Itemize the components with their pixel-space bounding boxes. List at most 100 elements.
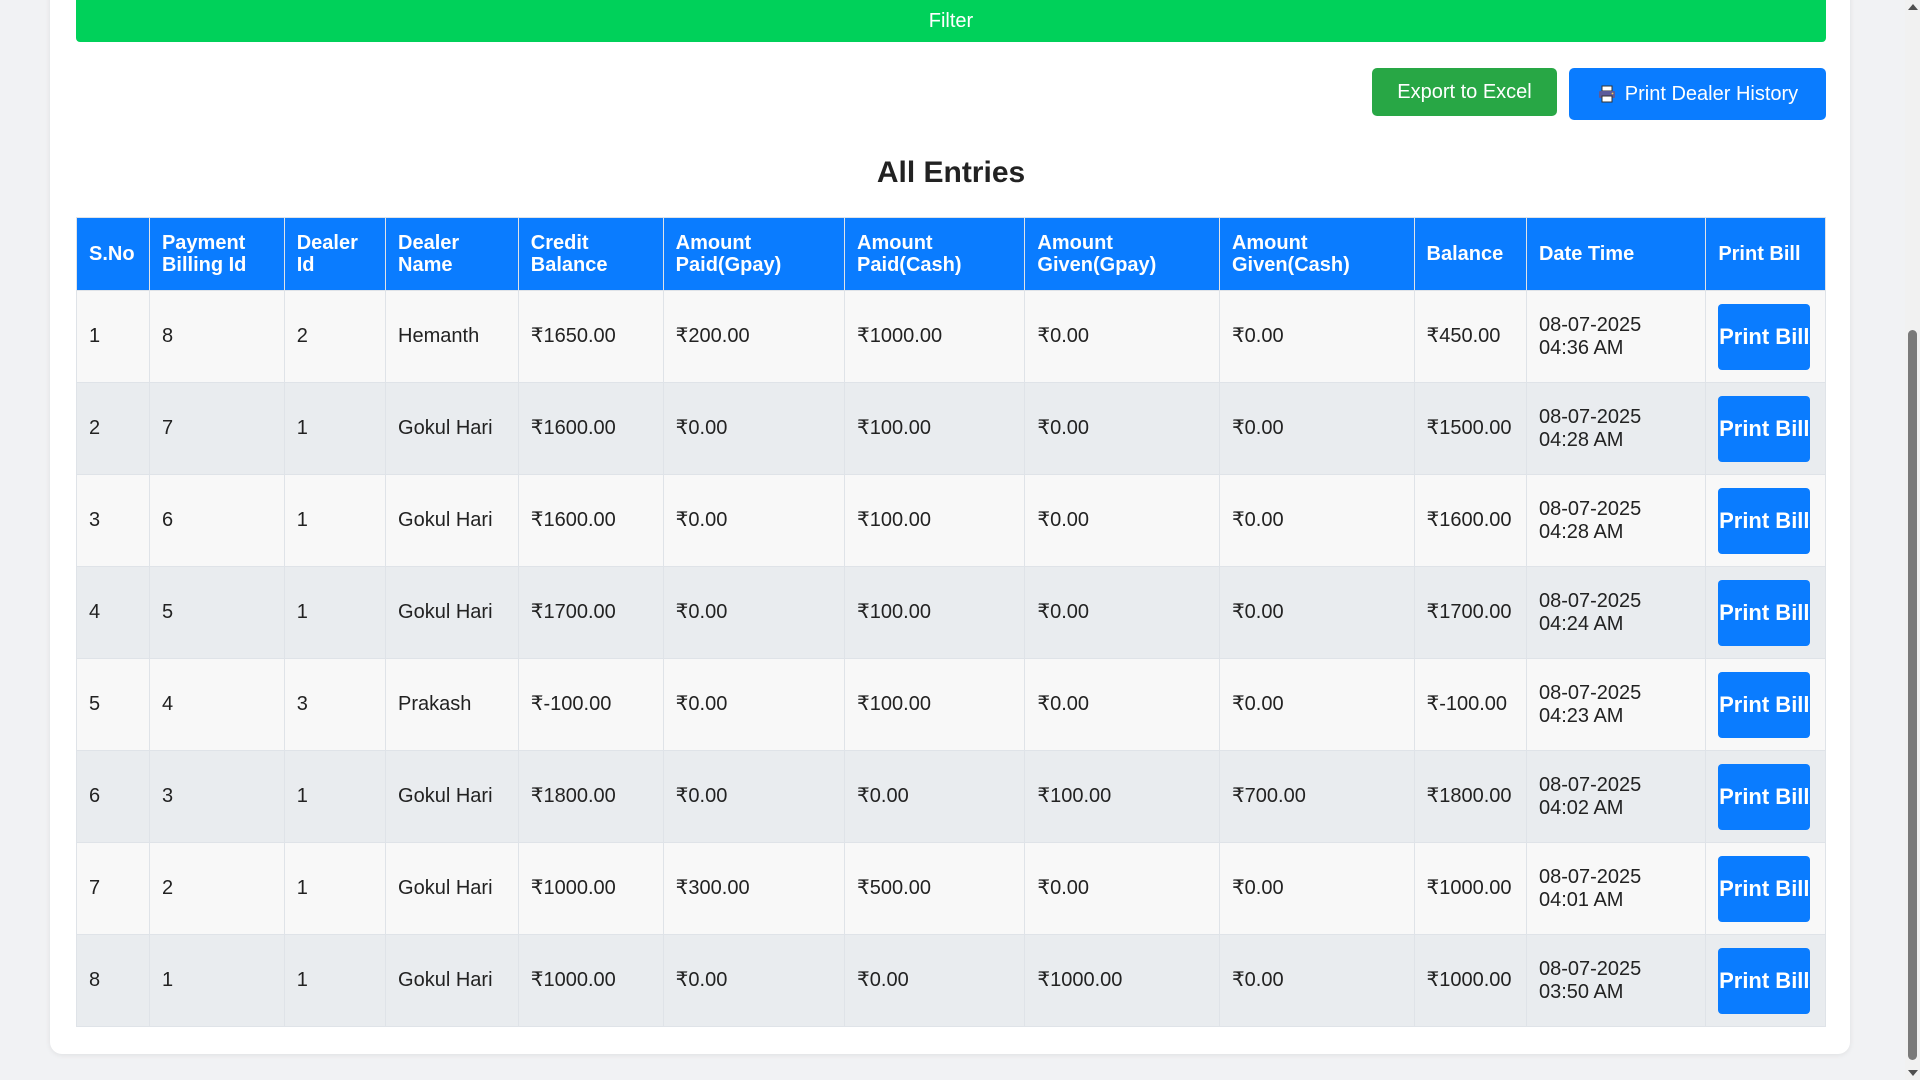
cell-given-cash: ₹0.00 [1218,842,1415,935]
table-row: 7 2 1 Gokul Hari ₹1000.00 ₹300.00 ₹500.00 ₹0.00… [76,842,1826,935]
cell-balance: ₹-100.00 [1413,658,1527,751]
table-row: 4 5 1 Gokul Hari ₹1700.00 ₹0.00 ₹100.00 ₹0.00 ₹0… [76,566,1826,659]
cell-balance: ₹1000.00 [1413,842,1527,935]
cell-credit: ₹-100.00 [517,658,664,751]
cell-balance: ₹1000.00 [1413,934,1527,1027]
column-header: Amount Paid(Cash) [844,217,1026,291]
cell-billing-id: 1 [148,934,285,1027]
cell-paid-cash: ₹0.00 [844,750,1026,843]
cell-billing-id: 6 [148,474,285,567]
cell-paid-gpay: ₹300.00 [662,842,846,935]
cell-print-bill: Print Bill [1705,290,1826,383]
print-bill-button[interactable]: Print Bill [1718,395,1811,462]
cell-paid-cash: ₹1000.00 [844,290,1026,383]
cell-sno: 2 [76,382,150,475]
cell-credit: ₹1700.00 [517,566,664,659]
time-text: 04:28 AM [1538,428,1624,451]
cell-given-cash: ₹0.00 [1218,658,1415,751]
print-bill-button[interactable]: Print Bill [1718,947,1811,1014]
scroll-down-arrow-icon[interactable] [1908,1070,1918,1076]
print-bill-button[interactable]: Print Bill [1718,579,1811,646]
export-to-excel-button[interactable]: Export to Excel [1372,68,1557,116]
cell-dealer-id: 1 [283,842,387,935]
cell-given-cash: ₹0.00 [1218,566,1415,659]
cell-given-cash: ₹0.00 [1218,382,1415,475]
print-bill-button[interactable]: Print Bill [1718,671,1811,738]
column-header: S.No [76,217,150,291]
print-bill-button[interactable]: Print Bill [1718,763,1811,830]
print-dealer-history-button[interactable]: Print Dealer History [1569,68,1826,120]
cell-dealer-name: Gokul Hari [385,842,519,935]
cell-sno: 1 [76,290,150,383]
action-buttons: Export to Excel Print Dealer History [1372,68,1826,120]
table-row: 5 4 3 Prakash ₹-100.00 ₹0.00 ₹100.00 ₹0.00 ₹0.00… [76,658,1826,751]
cell-dealer-name: Gokul Hari [385,750,519,843]
printer-icon [1597,84,1617,104]
cell-date-time: 08-07-2025 04:02 AM [1525,750,1707,843]
cell-sno: 4 [76,566,150,659]
print-bill-button[interactable]: Print Bill [1718,487,1811,554]
cell-sno: 3 [76,474,150,567]
cell-dealer-id: 1 [283,382,387,475]
cell-paid-gpay: ₹0.00 [662,934,846,1027]
time-text: 04:02 AM [1538,796,1624,819]
cell-paid-gpay: ₹0.00 [662,658,846,751]
cell-credit: ₹1800.00 [517,750,664,843]
cell-balance: ₹1800.00 [1413,750,1527,843]
cell-dealer-id: 3 [283,658,387,751]
column-header: Amount Given(Cash) [1218,217,1415,291]
cell-given-gpay: ₹0.00 [1024,566,1220,659]
time-text: 04:23 AM [1538,704,1624,727]
cell-credit: ₹1600.00 [517,382,664,475]
cell-dealer-name: Gokul Hari [385,566,519,659]
cell-paid-cash: ₹100.00 [844,474,1026,567]
date-text: 08-07-2025 [1538,313,1642,336]
print-dealer-history-label: Print Dealer History [1624,82,1799,105]
cell-date-time: 08-07-2025 04:24 AM [1525,566,1707,659]
column-header: Amount Given(Gpay) [1024,217,1220,291]
cell-date-time: 08-07-2025 04:23 AM [1525,658,1707,751]
cell-credit: ₹1000.00 [517,934,664,1027]
time-text: 04:01 AM [1538,888,1624,911]
cell-sno: 5 [76,658,150,751]
table-header-row: S.No Payment Billing Id Dealer Id Dealer… [76,217,1826,291]
scroll-up-arrow-icon[interactable] [1908,4,1918,10]
cell-given-gpay: ₹100.00 [1024,750,1220,843]
table-row: 3 6 1 Gokul Hari ₹1600.00 ₹0.00 ₹100.00 ₹0.00 ₹0… [76,474,1826,567]
cell-given-gpay: ₹0.00 [1024,474,1220,567]
cell-dealer-name: Hemanth [385,290,519,383]
cell-dealer-id: 1 [283,474,387,567]
column-header: Payment Billing Id [148,217,285,291]
cell-balance: ₹450.00 [1413,290,1527,383]
cell-paid-cash: ₹500.00 [844,842,1026,935]
cell-sno: 6 [76,750,150,843]
filter-button[interactable]: Filter [76,0,1826,42]
cell-print-bill: Print Bill [1705,658,1826,751]
cell-given-cash: ₹0.00 [1218,290,1415,383]
cell-given-cash: ₹0.00 [1218,474,1415,567]
column-header: Amount Paid(Gpay) [662,217,846,291]
cell-date-time: 08-07-2025 04:36 AM [1525,290,1707,383]
cell-given-gpay: ₹0.00 [1024,658,1220,751]
cell-date-time: 08-07-2025 04:01 AM [1525,842,1707,935]
cell-date-time: 08-07-2025 04:28 AM [1525,382,1707,475]
vertical-scrollbar[interactable] [1905,0,1920,1080]
cell-balance: ₹1700.00 [1413,566,1527,659]
cell-dealer-id: 1 [283,934,387,1027]
cell-paid-gpay: ₹0.00 [662,474,846,567]
cell-billing-id: 5 [148,566,285,659]
scroll-thumb[interactable] [1908,330,1917,1060]
cell-given-cash: ₹700.00 [1218,750,1415,843]
print-bill-button[interactable]: Print Bill [1718,303,1811,370]
cell-given-gpay: ₹0.00 [1024,290,1220,383]
table-body: 1 8 2 Hemanth ₹1650.00 ₹200.00 ₹1000.00 ₹0.00 ₹0… [76,290,1826,1027]
date-text: 08-07-2025 [1538,865,1642,888]
cell-dealer-name: Gokul Hari [385,934,519,1027]
print-bill-button[interactable]: Print Bill [1718,855,1811,922]
cell-given-gpay: ₹0.00 [1024,842,1220,935]
cell-credit: ₹1600.00 [517,474,664,567]
table-row: 8 1 1 Gokul Hari ₹1000.00 ₹0.00 ₹0.00 ₹1000.00 ₹… [76,934,1826,1027]
time-text: 04:24 AM [1538,612,1624,635]
cell-dealer-name: Prakash [385,658,519,751]
cell-given-cash: ₹0.00 [1218,934,1415,1027]
